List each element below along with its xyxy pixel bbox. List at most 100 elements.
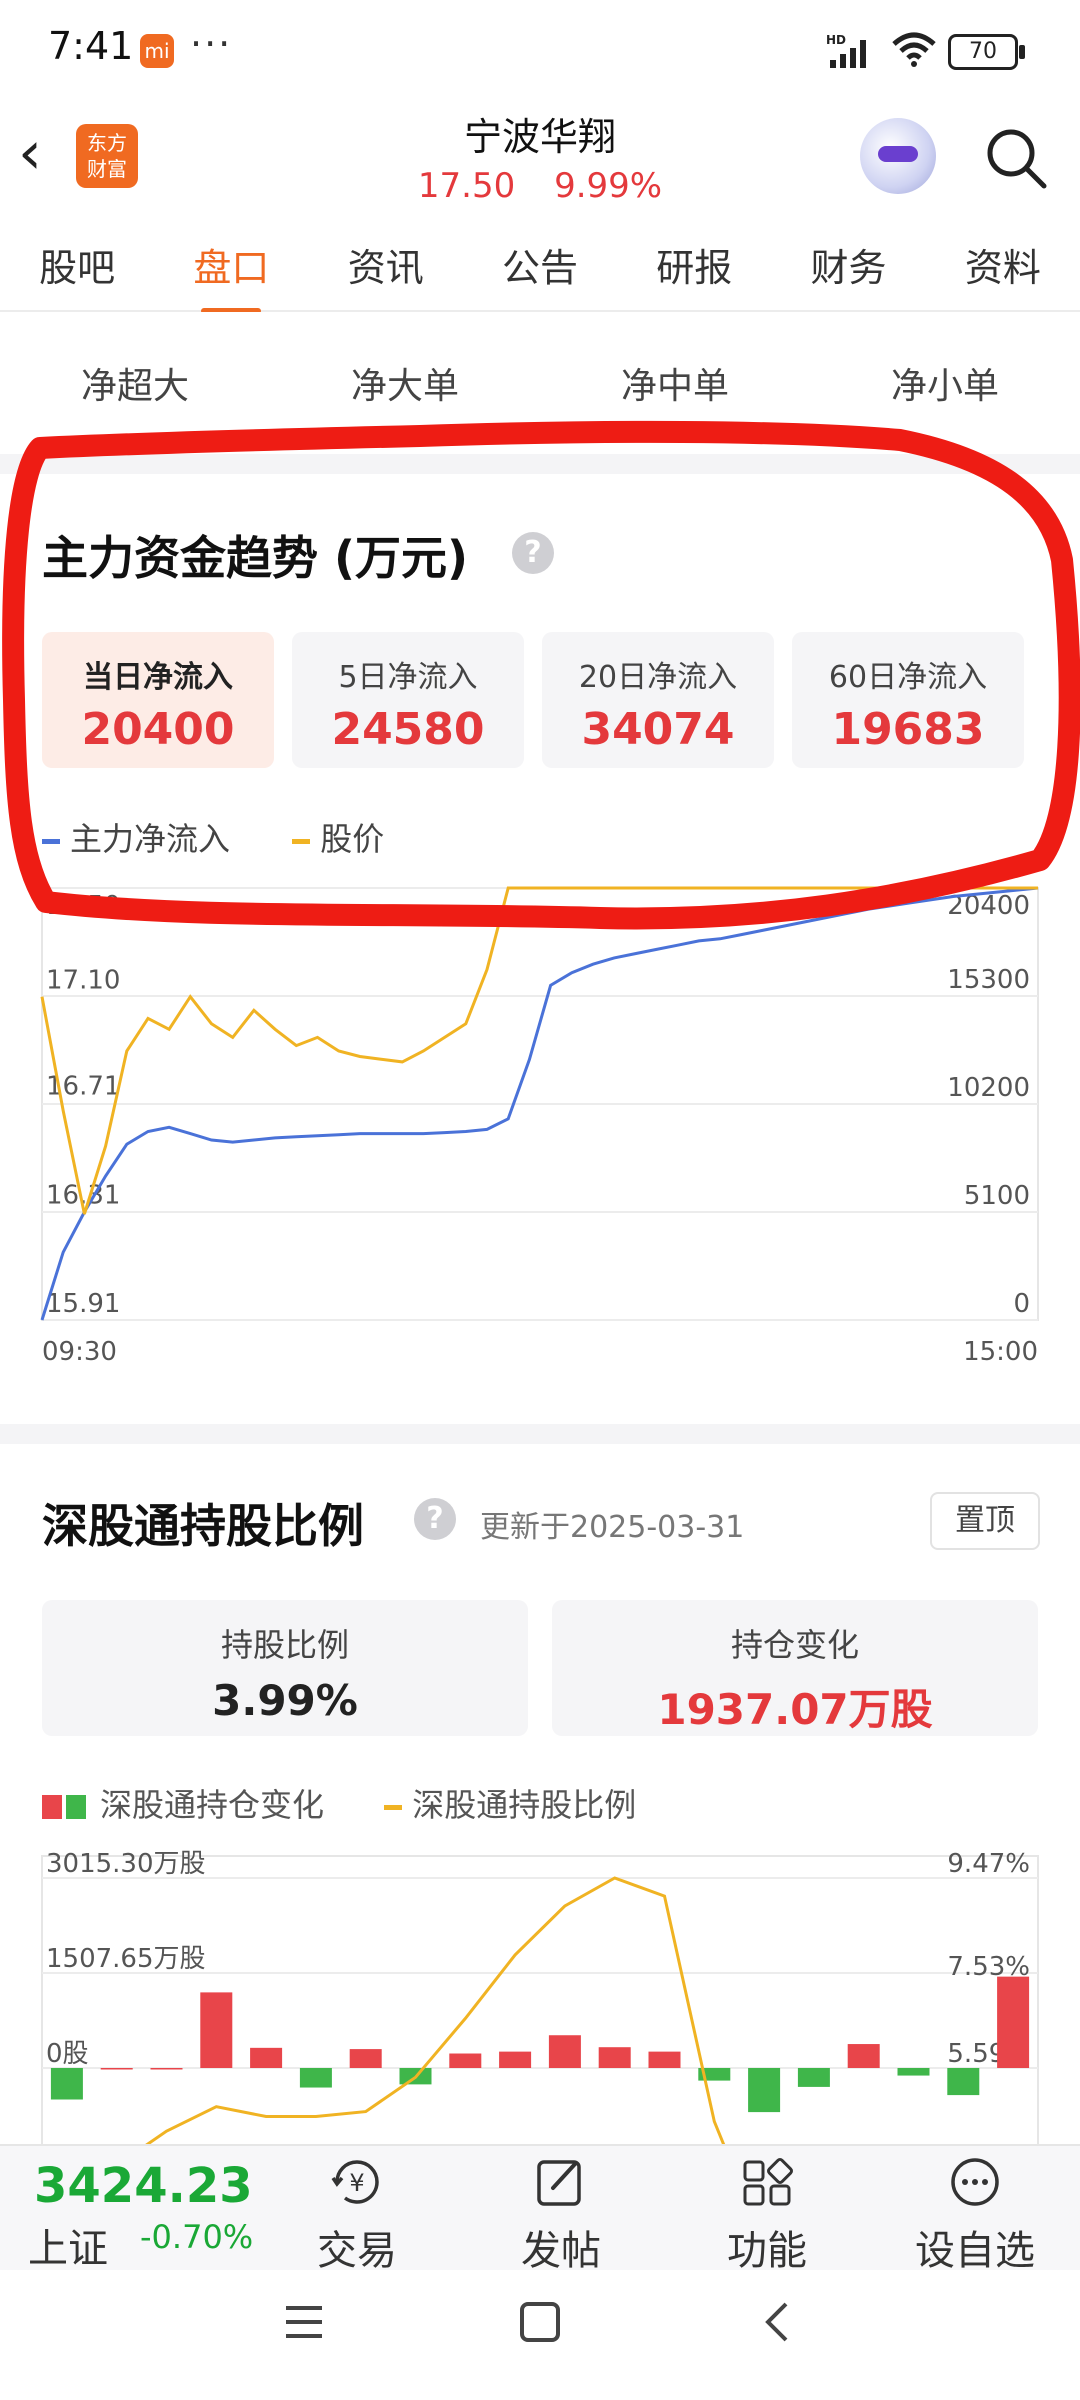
left-tick-label: 15.91: [46, 1289, 120, 1319]
flow-stat-card-1[interactable]: 5日净流入 24580: [292, 632, 524, 768]
legend-main-flow: 主力净流入: [70, 820, 231, 858]
holding-change-bar: [598, 2047, 631, 2068]
help-icon[interactable]: ?: [414, 1498, 456, 1540]
flow-stat-card-2[interactable]: 20日净流入 34074: [542, 632, 774, 768]
x-tick-start: 09:30: [42, 1337, 117, 1367]
tab-5[interactable]: 财务: [805, 237, 893, 292]
subtab-1[interactable]: 净大单: [351, 357, 459, 409]
holding-change-bar: [648, 2051, 681, 2068]
trade-button[interactable]: ¥ 交易: [282, 2154, 432, 2276]
flow-legend: 主力净流入 股价: [42, 814, 436, 860]
right-tick-label: 9.47%: [947, 1850, 1030, 1879]
price-legend-swatch: [292, 838, 311, 844]
sz-legend: 深股通持仓变化 深股通持股比例: [42, 1780, 636, 1826]
assistant-avatar-icon[interactable]: [860, 118, 936, 194]
holding-change-bar: [299, 2068, 332, 2088]
legend-position-change: 深股通持仓变化: [100, 1786, 325, 1824]
sz-connect-chart[interactable]: 3015.30万股 9.47%1507.65万股 7.53%0股 5.59%: [30, 1850, 1050, 2144]
add-watchlist-label: 设自选: [915, 2228, 1035, 2274]
holding-change-bar: [100, 2068, 133, 2070]
yen-icon: ¥: [331, 2160, 379, 2204]
tab-1[interactable]: 盘口: [187, 237, 275, 314]
search-icon[interactable]: [984, 126, 1048, 190]
left-tick-label: 17.50: [46, 891, 120, 921]
functions-label: 功能: [727, 2228, 807, 2274]
subtab-2[interactable]: 净中单: [621, 357, 729, 409]
mi-app-icon: mi: [140, 34, 174, 68]
position-change-value: 1937.07万股: [657, 1685, 933, 1734]
add-watchlist-button[interactable]: 设自选: [900, 2154, 1050, 2276]
functions-button[interactable]: 功能: [692, 2154, 842, 2276]
flow-stat-card-3[interactable]: 60日净流入 19683: [792, 632, 1024, 768]
capital-flow-title: 主力资金趋势 (万元): [42, 531, 469, 585]
flow-stat-value: 19683: [831, 704, 985, 755]
subtab-3[interactable]: 净小单: [891, 357, 999, 409]
holding-change-bar: [150, 2068, 183, 2070]
tab-4[interactable]: 研报: [650, 237, 738, 292]
back-nav-icon[interactable]: [756, 2300, 800, 2344]
more-icon: [951, 2158, 999, 2206]
index-value[interactable]: 3424.23: [34, 2158, 253, 2214]
post-label: 发帖: [521, 2228, 601, 2274]
index-change[interactable]: -0.70%: [140, 2218, 253, 2256]
left-tick-label: 1507.65万股: [46, 1944, 206, 1974]
index-name[interactable]: 上证: [28, 2216, 108, 2274]
legend-price: 股价: [320, 820, 385, 858]
right-tick-label: 5100: [964, 1181, 1030, 1211]
flow-stat-value: 24580: [331, 704, 485, 755]
holding-change-bar: [947, 2068, 980, 2096]
plot-frame: [41, 1855, 1039, 2144]
status-time: 7:41: [48, 24, 134, 68]
home-icon[interactable]: [518, 2300, 562, 2344]
tab-6[interactable]: 资料: [959, 237, 1047, 292]
tab-3[interactable]: 公告: [496, 237, 584, 292]
left-tick-label: 0股: [46, 2039, 89, 2069]
flow-stat-card-0[interactable]: 当日净流入 20400: [42, 632, 274, 768]
flow-stat-value: 20400: [81, 704, 235, 755]
holding-change-bar: [349, 2049, 382, 2068]
battery-icon: 70: [948, 34, 1025, 70]
status-more-icon: ···: [190, 22, 233, 66]
grid-icon: [743, 2158, 793, 2206]
series-line-1: [40, 886, 1038, 1215]
sz-connect-title: 深股通持股比例: [42, 1499, 364, 1553]
edit-icon: [537, 2160, 581, 2206]
holding-change-bar: [797, 2068, 830, 2087]
holding-change-bar: [449, 2053, 482, 2068]
wifi-icon: [892, 32, 936, 67]
holding-change-bar: [997, 1976, 1030, 2068]
x-tick-end: 15:00: [963, 1337, 1038, 1367]
holding-change-bar: [50, 2068, 83, 2100]
hold-ratio-card: 持股比例 3.99%: [42, 1600, 528, 1736]
hold-ratio-label: 持股比例: [220, 1626, 349, 1664]
update-date: 更新于2025-03-31: [480, 1510, 745, 1545]
flow-stat-label: 20日净流入: [578, 660, 738, 695]
legend-line-swatch: [384, 1804, 403, 1810]
stock-change-pct: 9.99%: [554, 166, 663, 206]
help-icon[interactable]: ?: [512, 532, 554, 574]
trade-label: 交易: [317, 2228, 397, 2274]
main-flow-legend-swatch: [42, 838, 60, 844]
holding-change-bar: [250, 2047, 283, 2068]
network-label: HD: [826, 34, 846, 47]
svg-text:¥: ¥: [349, 2169, 364, 2197]
pin-to-top-button[interactable]: 置顶: [930, 1492, 1040, 1550]
right-tick-label: 15300: [947, 965, 1030, 995]
legend-hold-ratio: 深股通持股比例: [412, 1786, 637, 1824]
left-tick-label: 17.10: [46, 966, 120, 996]
menu-icon[interactable]: [282, 2300, 326, 2344]
legend-up-swatch: [42, 1795, 62, 1819]
tab-2[interactable]: 资讯: [342, 237, 430, 292]
holding-change-bar: [499, 2051, 532, 2068]
order-size-subtabs: 净超大 净大单 净中单 净小单: [0, 312, 1080, 454]
flow-stat-label: 60日净流入: [828, 660, 988, 695]
subtab-0[interactable]: 净超大: [81, 357, 189, 409]
holding-change-bar: [748, 2068, 781, 2113]
tab-0[interactable]: 股吧: [33, 237, 121, 292]
signal-icon: HD: [826, 34, 866, 68]
stock-price: 17.50: [417, 166, 516, 206]
capital-flow-chart[interactable]: 2040015300102005100016.3116.7117.1015.91…: [30, 880, 1050, 1380]
right-tick-label: 10200: [947, 1073, 1030, 1103]
post-button[interactable]: 发帖: [486, 2154, 636, 2276]
flow-stat-label: 当日净流入: [83, 660, 233, 695]
